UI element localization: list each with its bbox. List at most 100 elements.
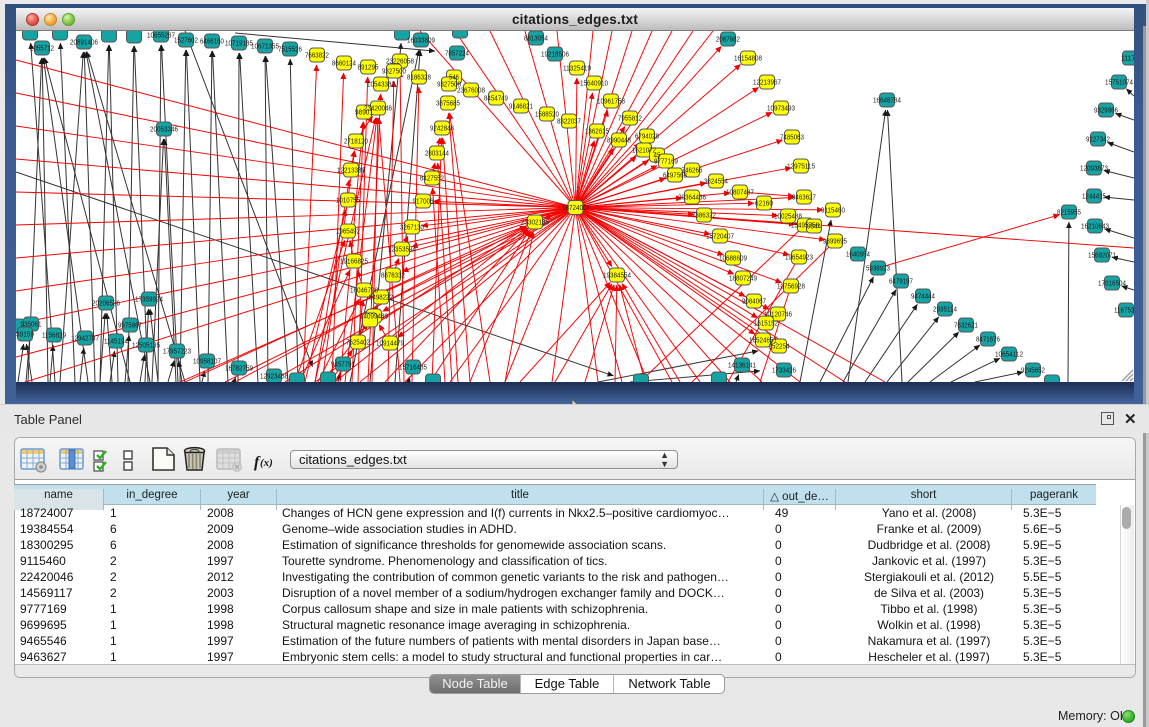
svg-text:1621072: 1621072	[632, 148, 656, 155]
svg-text:10914479: 10914479	[376, 341, 404, 348]
svg-text:8471676: 8471676	[976, 337, 1000, 344]
svg-text:17016504: 17016504	[1098, 281, 1126, 288]
svg-text:9777169: 9777169	[654, 159, 678, 166]
svg-text:1588520: 1588520	[535, 112, 559, 119]
svg-text:9844: 9844	[807, 224, 821, 231]
svg-text:546: 546	[449, 75, 459, 82]
svg-text:19654923: 19654923	[785, 255, 813, 262]
svg-text:5938923: 5938923	[866, 266, 890, 273]
svg-text:8322037: 8322037	[557, 119, 581, 126]
svg-text:15640910: 15640910	[580, 81, 608, 88]
svg-text:10543382: 10543382	[367, 82, 395, 89]
svg-text:10807487: 10807487	[726, 190, 754, 197]
svg-text:891295: 891295	[358, 65, 379, 72]
svg-text:98901: 98901	[355, 110, 373, 117]
svg-text:10973493: 10973493	[767, 106, 795, 113]
svg-text:10756928: 10756928	[777, 284, 805, 291]
svg-text:15716485: 15716485	[399, 365, 427, 372]
svg-text:10654112: 10654112	[995, 352, 1023, 359]
svg-text:11173: 11173	[1121, 56, 1134, 63]
svg-text:8498222: 8498222	[369, 295, 393, 302]
svg-text:8215955: 8215955	[1057, 210, 1081, 217]
svg-text:935061: 935061	[21, 322, 42, 329]
svg-text:20053346: 20053346	[150, 127, 178, 134]
svg-text:12353594: 12353594	[388, 247, 416, 254]
svg-text:2718120: 2718120	[344, 139, 368, 146]
svg-text:10719185: 10719185	[225, 41, 253, 48]
svg-text:12093873: 12093873	[1080, 166, 1108, 173]
svg-text:8427552: 8427552	[420, 176, 444, 183]
svg-text:2935114: 2935114	[933, 307, 957, 314]
svg-text:8813054: 8813054	[524, 36, 548, 43]
svg-text:16154808: 16154808	[734, 56, 762, 63]
svg-text:2087682: 2087682	[716, 37, 740, 44]
svg-text:1156829: 1156829	[42, 333, 66, 340]
svg-text:9463627: 9463627	[792, 195, 816, 202]
svg-text:1527602: 1527602	[174, 38, 198, 45]
svg-text:20364436: 20364436	[678, 195, 706, 202]
svg-text:(x): (x)	[260, 457, 273, 469]
svg-text:2055712: 2055712	[30, 46, 54, 53]
svg-text:19384554: 19384554	[603, 273, 631, 280]
svg-text:23226058: 23226058	[386, 59, 414, 66]
svg-text:1640954: 1640954	[846, 252, 870, 259]
svg-text:62160: 62160	[755, 201, 773, 208]
svg-text:12923468: 12923468	[260, 374, 288, 381]
svg-text:1362615: 1362615	[585, 129, 609, 136]
svg-text:7857224: 7857224	[445, 51, 469, 58]
svg-text:1167533: 1167533	[1114, 308, 1134, 315]
svg-text:6794028: 6794028	[635, 134, 659, 141]
svg-text:1145194: 1145194	[104, 339, 128, 346]
svg-text:7625402: 7625402	[346, 340, 370, 347]
svg-text:20891406: 20891406	[70, 40, 98, 47]
svg-text:1965492: 1965492	[336, 229, 360, 236]
svg-text:14099489: 14099489	[360, 314, 388, 321]
svg-text:7955812: 7955812	[618, 116, 642, 123]
svg-text:10655287: 10655287	[147, 33, 175, 40]
svg-text:12975115: 12975115	[787, 164, 815, 171]
svg-text:8990448: 8990448	[607, 138, 631, 145]
svg-text:12213967: 12213967	[753, 80, 781, 87]
svg-text:9457791: 9457791	[331, 362, 355, 369]
svg-text:1615152: 1615152	[754, 321, 778, 328]
svg-text:6466160: 6466160	[200, 39, 224, 46]
svg-text:917006: 917006	[413, 199, 434, 206]
svg-text:1244415: 1244415	[1082, 194, 1106, 201]
svg-text:18724007: 18724007	[562, 205, 590, 212]
svg-text:23676008: 23676008	[457, 88, 485, 95]
svg-text:16033809: 16033809	[407, 38, 435, 45]
svg-text:18807249: 18807249	[729, 276, 757, 283]
svg-text:3267130: 3267130	[400, 225, 424, 232]
svg-text:7386322: 7386322	[692, 213, 716, 220]
svg-text:8660124: 8660124	[332, 61, 356, 68]
svg-text:20206536: 20206536	[92, 301, 120, 308]
svg-text:17359924: 17359924	[135, 297, 163, 304]
svg-text:1010755: 1010755	[336, 198, 360, 205]
svg-text:19166825: 19166825	[340, 259, 368, 266]
svg-text:6479197: 6479197	[889, 279, 913, 286]
svg-text:252254: 252254	[769, 344, 790, 351]
svg-text:10025488: 10025488	[774, 214, 802, 221]
svg-text:14136141: 14136141	[728, 363, 756, 370]
svg-text:9146821: 9146821	[509, 104, 533, 111]
svg-text:39159: 39159	[16, 332, 34, 339]
svg-text:10688609: 10688609	[719, 256, 747, 263]
svg-text:10120746: 10120746	[764, 312, 792, 319]
svg-text:16046798: 16046798	[350, 288, 378, 295]
svg-text:16648784: 16648784	[873, 98, 901, 105]
svg-text:8454749: 8454749	[484, 96, 508, 103]
svg-text:11325419: 11325419	[563, 66, 591, 73]
svg-text:17957223: 17957223	[163, 349, 191, 356]
svg-text:8878332: 8878332	[381, 273, 405, 280]
svg-text:3875685: 3875685	[436, 101, 460, 108]
svg-text:9327500: 9327500	[382, 69, 406, 76]
svg-text:8186328: 8186328	[407, 75, 431, 82]
svg-text:9084067: 9084067	[742, 299, 766, 306]
svg-text:16210643: 16210643	[1081, 224, 1109, 231]
svg-text:2803144: 2803144	[425, 151, 449, 158]
svg-text:7663822: 7663822	[305, 53, 329, 60]
svg-text:9975867: 9975867	[118, 323, 142, 330]
svg-text:9227342: 9227342	[1086, 137, 1110, 144]
svg-text:19218506: 19218506	[541, 52, 569, 59]
svg-text:10961758: 10961758	[597, 99, 625, 106]
